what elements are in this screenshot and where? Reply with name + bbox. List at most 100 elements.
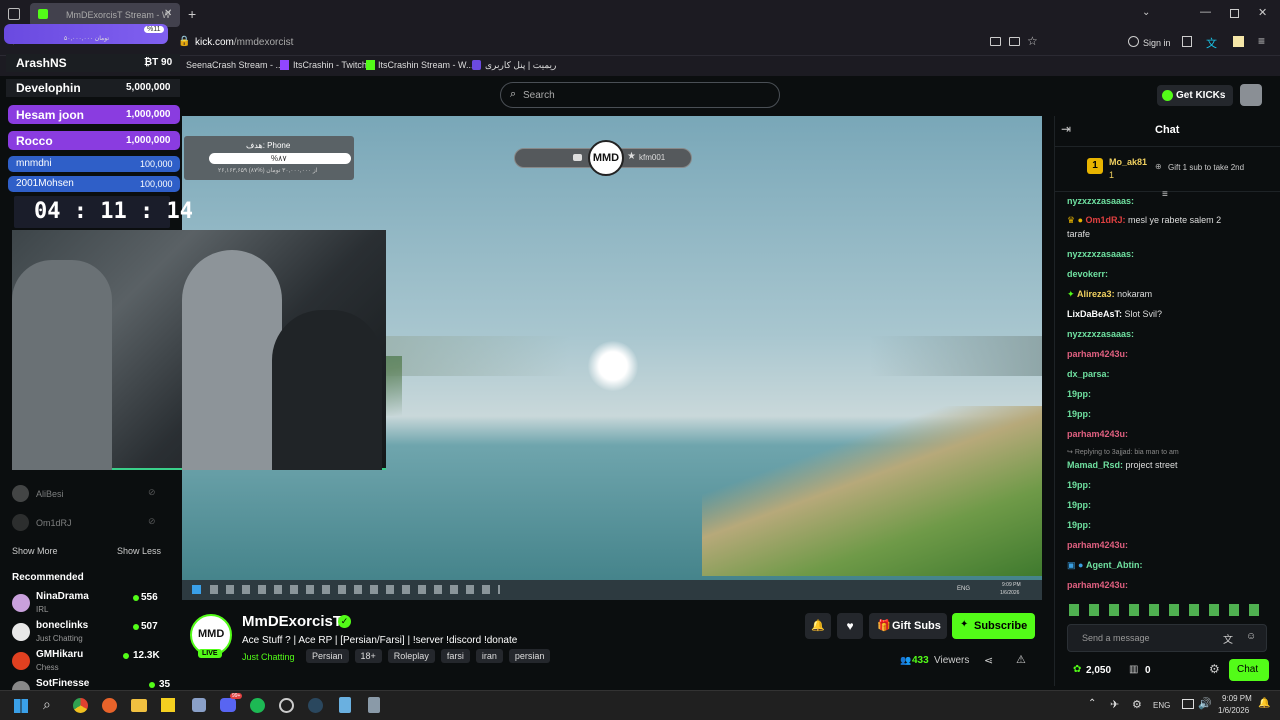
extensions-icon[interactable] (1182, 36, 1192, 47)
minimize-window-icon[interactable]: — (1200, 6, 1211, 18)
tag-chip[interactable]: persian (508, 649, 551, 663)
chat-username[interactable]: LixDaBeAsT: (1067, 309, 1122, 319)
report-icon[interactable]: ⚠ (1016, 653, 1026, 666)
gifter-name: Mo_ak81 (1109, 157, 1148, 167)
chat-username[interactable]: 19pp: (1067, 389, 1091, 399)
stream-category[interactable]: Just Chatting (242, 652, 295, 662)
chat-username[interactable]: nyzxzxzasaaas: (1067, 198, 1134, 206)
gifter-cta[interactable]: Gift 1 sub to take 2nd (1168, 163, 1244, 172)
recommended-item[interactable]: GMHikaru Chess 12.3K (12, 648, 172, 674)
restore-window-icon[interactable] (1230, 9, 1239, 18)
chat-username[interactable]: parham4243u: (1067, 429, 1128, 439)
bookmark-item[interactable]: ریمیت | پنل کاربری (485, 60, 556, 71)
chat-username[interactable]: parham4243u: (1067, 580, 1128, 590)
channel-name[interactable]: MmDExorcisT (242, 613, 342, 630)
recommended-item[interactable]: NinaDrama IRL 556 (12, 590, 172, 616)
tray-chevron-icon[interactable]: ⌃ (1088, 698, 1096, 709)
recommended-item[interactable]: SotFinesse 35 (12, 677, 172, 690)
chat-username[interactable]: dx_parsa: (1067, 369, 1110, 379)
chat-username[interactable]: 19pp: (1067, 480, 1091, 490)
network-icon[interactable] (1182, 699, 1194, 709)
sticky-notes-icon[interactable] (161, 698, 175, 712)
recommended-item[interactable]: boneclinks Just Chatting 507 (12, 619, 172, 645)
get-kicks-button[interactable]: Get KICKs (1157, 85, 1233, 106)
send-chat-button[interactable]: Chat (1229, 659, 1269, 681)
search-icon[interactable]: ⌕ (43, 696, 51, 713)
steam-icon[interactable] (308, 698, 323, 713)
chat-username[interactable]: parham4243u: (1067, 349, 1128, 359)
chat-message: 19pp: (1067, 409, 1091, 419)
chat-input[interactable]: Send a message 文 ☺ (1067, 624, 1267, 652)
tag-chip[interactable]: 18+ (354, 649, 382, 663)
menu-hamburger-icon[interactable]: ≡ (1258, 34, 1265, 48)
clock-time[interactable]: 9:09 PM (1222, 694, 1252, 703)
chat-panel: ⇥ Chat 1 Mo_ak81 1 ⊕ Gift 1 sub to take … (1054, 116, 1280, 686)
chat-message: ✦ Alireza3: nokaram (1067, 289, 1152, 300)
search-box[interactable]: ⌕ Search (500, 82, 780, 108)
account-icon[interactable] (1128, 36, 1139, 47)
followed-item[interactable]: Om1dRJ ⊘ (12, 513, 172, 533)
spotify-icon[interactable] (250, 698, 265, 713)
clock-date[interactable]: 1/6/2026 (1218, 706, 1249, 715)
chat-username[interactable]: 19pp: (1067, 500, 1091, 510)
reader-view-icon[interactable] (1009, 37, 1020, 46)
collapse-chat-icon[interactable]: ⇥ (1061, 122, 1071, 136)
subscribe-button[interactable]: ✦ Subscribe (952, 613, 1035, 639)
chat-username[interactable]: 19pp: (1067, 520, 1091, 530)
picture-in-picture-icon[interactable] (990, 37, 1001, 46)
firefox-icon[interactable] (102, 698, 117, 713)
show-less-link[interactable]: Show Less (117, 546, 161, 556)
sign-in-link[interactable]: Sign in (1143, 38, 1171, 48)
url-field[interactable]: kick.com/mmdexorcist (195, 37, 293, 48)
chat-username[interactable]: 19pp: (1067, 409, 1091, 419)
tag-chip[interactable]: farsi (440, 649, 470, 663)
tag-chip[interactable]: Persian (306, 649, 349, 663)
chat-username[interactable]: Agent_Abtin: (1086, 560, 1143, 570)
notepad-icon[interactable] (339, 697, 351, 713)
tag-chip[interactable]: iran (475, 649, 503, 663)
app-icon[interactable] (192, 698, 206, 712)
tab-overview-icon[interactable] (8, 8, 20, 20)
kicks-icon (1162, 90, 1173, 101)
app-icon[interactable] (279, 698, 294, 713)
language-indicator[interactable]: ENG (1153, 701, 1170, 710)
new-tab-button[interactable]: + (188, 6, 196, 22)
windows-start-icon[interactable] (14, 699, 28, 713)
note-extension-icon[interactable] (1233, 36, 1244, 47)
gift-subs-button[interactable]: 🎁 Gift Subs (869, 613, 947, 639)
file-explorer-icon[interactable] (131, 699, 147, 712)
tab-list-chevron-icon[interactable]: ⌄ (1142, 7, 1150, 18)
tray-app-icon[interactable]: ✈ (1110, 698, 1119, 711)
discord-icon[interactable] (220, 698, 236, 712)
follow-heart-button[interactable]: ♥ (837, 613, 863, 639)
user-avatar[interactable] (1240, 84, 1262, 106)
notification-bell-button[interactable]: 🔔 (805, 613, 831, 639)
bookmark-item[interactable]: ItsCrashin Stream - W... (378, 60, 474, 70)
emoji-icon[interactable]: ☺ (1246, 631, 1256, 642)
tray-app-icon[interactable]: ⚙ (1132, 698, 1142, 711)
bookmark-item[interactable]: ItsCrashin - Twitch (293, 60, 367, 70)
notification-bell-icon[interactable]: 🔔 (1258, 698, 1270, 709)
bookmark-item[interactable]: SeenaCrash Stream - ... (186, 60, 283, 70)
chat-username[interactable]: Alireza3: (1077, 289, 1115, 299)
close-tab-icon[interactable]: ✕ (164, 8, 172, 19)
translate-extension-icon[interactable]: 文 (1206, 35, 1217, 51)
chat-username[interactable]: devokerr: (1067, 269, 1108, 279)
share-icon[interactable]: ⋖ (984, 654, 993, 667)
volume-icon[interactable]: 🔊 (1198, 697, 1212, 710)
followed-item[interactable]: AliBesi ⊘ (12, 484, 172, 504)
chat-username[interactable]: nyzxzxzasaaas: (1067, 329, 1134, 339)
chat-username[interactable]: parham4243u: (1067, 540, 1128, 550)
chat-username[interactable]: Om1dRJ: (1086, 215, 1126, 225)
show-more-link[interactable]: Show More (12, 546, 58, 556)
translate-icon[interactable]: 文 (1223, 631, 1233, 646)
chrome-icon[interactable] (73, 698, 88, 713)
chat-username[interactable]: Mamad_Rsd: (1067, 460, 1123, 470)
chat-username[interactable]: nyzxzxzasaaas: (1067, 249, 1134, 259)
close-window-icon[interactable]: ✕ (1258, 6, 1267, 19)
bookmark-star-icon[interactable]: ☆ (1027, 34, 1038, 48)
mmd-pill-right: kfm001 (639, 153, 666, 162)
tag-chip[interactable]: Roleplay (387, 649, 435, 663)
calculator-icon[interactable] (368, 697, 380, 713)
settings-gear-icon[interactable]: ⚙ (1209, 662, 1220, 676)
